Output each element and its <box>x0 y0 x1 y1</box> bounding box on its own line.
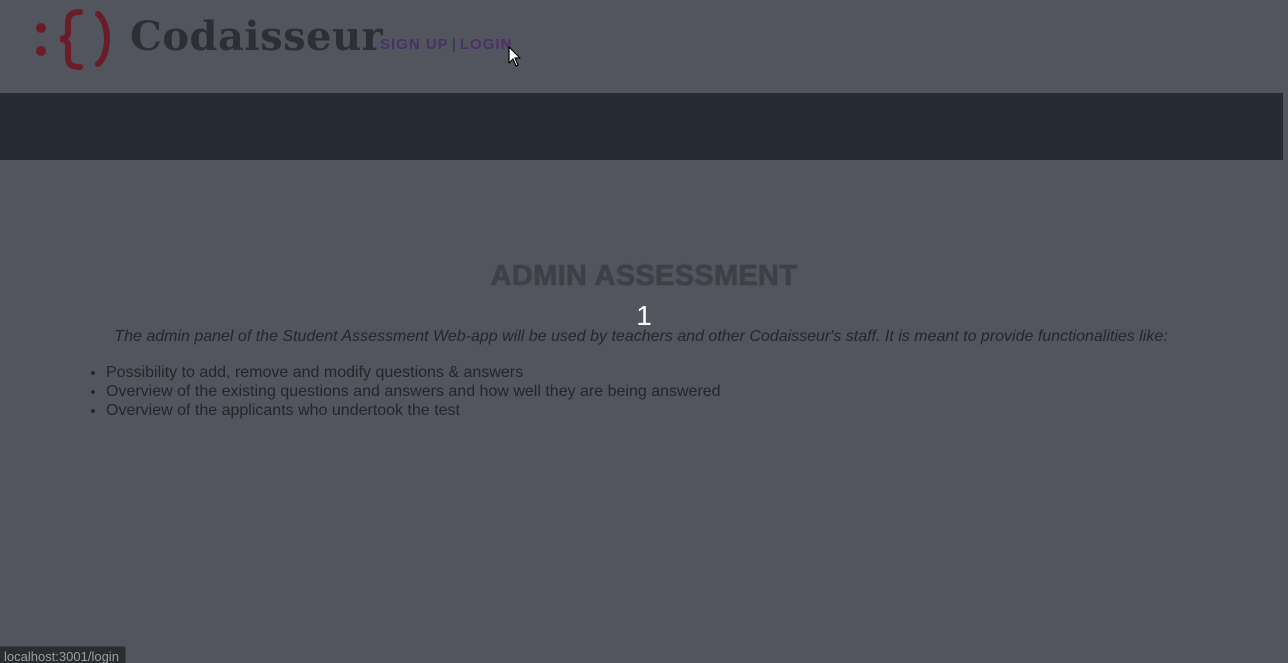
login-link[interactable]: LOGIN <box>460 36 513 53</box>
top-navbar <box>0 93 1283 160</box>
feature-list: Possibility to add, remove and modify qu… <box>88 363 721 420</box>
mouse-pointer-icon <box>508 46 521 67</box>
codaisseur-logo-icon <box>36 9 110 70</box>
feature-item-overview-questions: Overview of the existing questions and a… <box>106 382 721 401</box>
auth-links: SIGN UP | LOGIN <box>380 36 512 53</box>
auth-separator: | <box>451 36 457 53</box>
feature-item-modify: Possibility to add, remove and modify qu… <box>106 363 721 382</box>
page-description: The admin panel of the Student Assessmen… <box>114 328 1168 345</box>
feature-item-overview-applicants: Overview of the applicants who undertook… <box>106 401 721 420</box>
brand-name: Codaisseur <box>130 13 384 60</box>
page-title: ADMIN ASSESSMENT <box>490 260 798 292</box>
signup-link[interactable]: SIGN UP <box>380 36 449 53</box>
site-header: Codaisseur SIGN UP | LOGIN <box>0 0 1288 92</box>
status-bar-url: localhost:3001/login <box>0 646 126 663</box>
brand-logo[interactable]: Codaisseur <box>32 6 383 72</box>
app-root: Codaisseur SIGN UP | LOGIN ADMIN ASSESSMEN… <box>0 0 1288 663</box>
